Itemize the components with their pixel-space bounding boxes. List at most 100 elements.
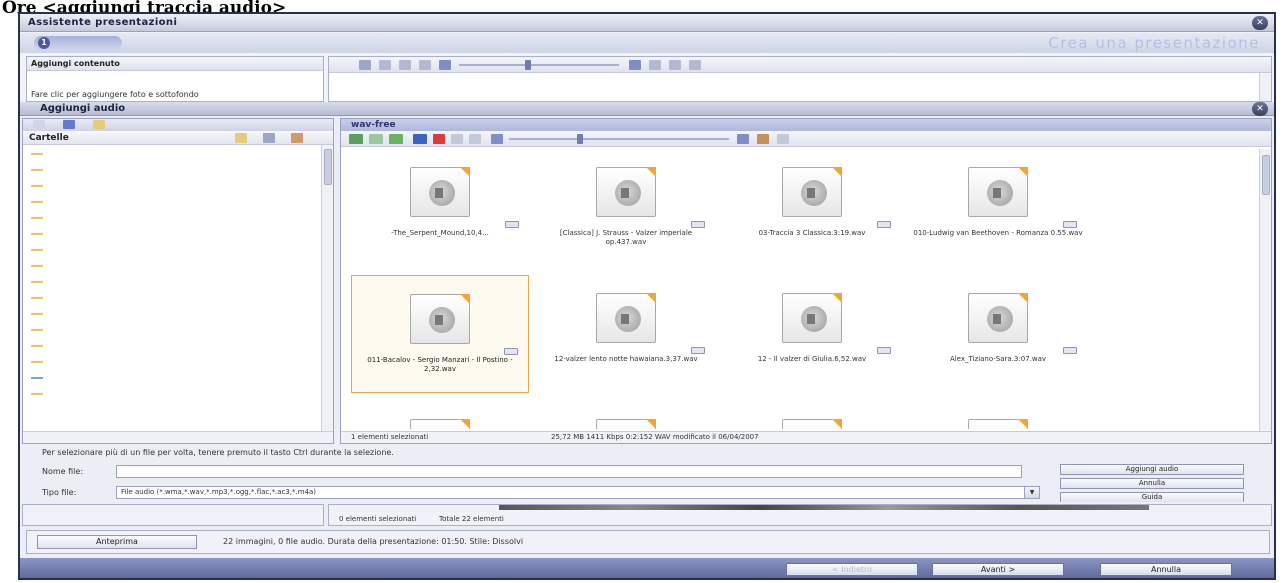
audio-file-icon [410,167,470,217]
file-item-selected[interactable]: 011-Bacalov - Sergio Manzari - Il Postin… [351,275,529,393]
rotate-right-icon[interactable] [419,60,431,70]
play-icon[interactable] [877,347,891,354]
play-icon[interactable] [1063,221,1077,228]
file-item[interactable]: Alex_Tiziano-Sara.3:07.wav [909,275,1087,393]
forward-icon[interactable] [369,134,383,144]
zoom-in-icon[interactable] [629,60,641,70]
wizard-cancel-button[interactable]: Annulla [1100,563,1232,576]
details-icon[interactable] [689,60,701,70]
tab-list-icon[interactable] [33,120,45,129]
play-icon[interactable] [504,348,518,355]
file-item[interactable]: 12-valzer lento notte hawaiana.3,37.wav [537,275,715,393]
play-icon[interactable] [1063,347,1077,354]
back-button[interactable]: < Indietro [786,563,918,576]
file-grid: -The_Serpent_Mound,10,4... [Classica] J.… [341,149,1255,429]
rotate-right-icon[interactable] [469,134,481,144]
back-icon[interactable] [349,134,363,144]
file-item[interactable]: 12 - Il valzer di Giulia.6,52.wav [723,275,901,393]
monitor-icon[interactable] [413,134,427,144]
audio-file-icon [782,167,842,217]
file-zoom-slider-track[interactable] [509,138,729,140]
details-icon[interactable] [777,134,789,144]
add-audio-button[interactable]: Aggiungi audio [1060,464,1244,475]
chevron-down-icon[interactable]: ▼ [1024,486,1040,499]
file-name: Alex_Tiziano-Sara.3:07.wav [949,355,1047,363]
current-folder-path: wav-free [341,119,1271,131]
file-type-select[interactable]: File audio (*.wma,*.wav,*.mp3,*.ogg,*.fl… [116,486,1040,499]
play-icon[interactable] [691,347,705,354]
audio-file-icon [596,293,656,343]
file-item[interactable]: [Classica] J. Strauss - Valzer imperiale… [537,149,715,267]
files-scroll-thumb[interactable] [1262,155,1270,195]
files-scrollbar[interactable] [1259,149,1271,431]
sort-icon[interactable] [757,134,769,144]
file-details: 25,72 MB 1411 Kbps 0:2:152 WAV modificat… [551,433,759,441]
dialog-titlebar: Aggiungi audio ✕ [20,102,1274,116]
file-name: 010-Ludwig van Beethoven - Romanza 0.55.… [913,229,1083,237]
file-item[interactable] [537,401,715,429]
folder-scroll-thumb[interactable] [324,149,332,185]
folder-tree[interactable] [29,149,43,409]
slideshow-wizard-window: Assistente presentazioni ✕ 1 Crea una pr… [18,12,1276,580]
play-icon[interactable] [877,221,891,228]
file-name: -The_Serpent_Mound,10,4... [391,229,489,237]
file-item[interactable]: -The_Serpent_Mound,10,4... [351,149,529,267]
file-item[interactable] [909,401,1087,429]
folder-tree-hscroll[interactable] [23,431,333,443]
folder-tree-scrollbar[interactable] [321,145,333,431]
filmstrip-preview [499,505,1149,510]
grid-view-icon[interactable] [649,60,661,70]
content-panel-hint[interactable]: Fare clic per aggiungere foto e sottofon… [31,90,199,99]
folder-pane-header: Cartelle [23,131,333,145]
zoom-slider-track[interactable] [459,64,619,66]
delete-icon[interactable] [433,134,445,144]
preview-button[interactable]: Anteprima [37,535,197,549]
tab-computer-icon[interactable] [63,120,75,129]
zoom-out-icon[interactable] [439,60,451,70]
folder-pane-tabs [23,119,333,131]
dialog-title: Aggiungi audio [40,103,126,114]
file-zoom-slider-knob[interactable] [577,134,583,144]
file-item[interactable]: 03-Traccia 3 Classica.3:19.wav [723,149,901,267]
audio-file-icon [596,419,656,429]
play-icon[interactable] [691,221,705,228]
wizard-subtitle: Crea una presentazione [1048,34,1260,52]
rotate-left-icon[interactable] [399,60,411,70]
view-icon[interactable] [359,60,371,70]
rotate-left-icon[interactable] [451,134,463,144]
multi-select-hint: Per selezionare più di un file per volta… [42,448,394,457]
play-icon[interactable] [505,221,519,228]
next-button[interactable]: Avanti > [932,563,1064,576]
tipo-file-label: Tipo file: [42,488,77,497]
file-item[interactable] [351,401,529,429]
audio-file-icon [968,167,1028,217]
window-title: Assistente presentazioni [28,17,178,28]
up-icon[interactable] [389,134,403,144]
slides-scrollbar[interactable] [1259,73,1271,101]
file-name: 12-valzer lento notte hawaiana.3,37.wav [554,355,698,363]
content-panel-header: Aggiungi contenuto [27,57,323,71]
dialog-close-icon[interactable]: ✕ [1252,102,1268,116]
slides-thumbnail-area [328,56,1272,102]
content-panel: Aggiungi contenuto Fare clic per aggiung… [26,56,324,102]
slides-selected-count: 0 elementi selezionati [339,515,417,523]
new-folder-icon[interactable] [235,133,247,143]
folder-options-icon[interactable] [291,133,303,143]
tab-folder-icon[interactable] [93,120,105,129]
zoom-out-icon[interactable] [491,134,503,144]
zoom-slider-knob[interactable] [525,60,531,70]
folders-label: Cartelle [29,133,69,143]
file-item[interactable] [723,401,901,429]
files-status-bar: 1 elementi selezionati 25,72 MB 1411 Kbp… [341,431,1271,443]
slides-toolbar [329,57,1271,73]
zoom-in-icon[interactable] [737,134,749,144]
cancel-button[interactable]: Annulla [1060,478,1244,489]
slides-total-count: Totale 22 elementi [439,515,504,523]
remove-icon[interactable] [379,60,391,70]
file-name-input[interactable] [116,465,1022,478]
window-close-icon[interactable]: ✕ [1252,16,1268,30]
file-name: 011-Bacalov - Sergio Manzari - Il Postin… [367,356,513,373]
sort-icon[interactable] [669,60,681,70]
file-item[interactable]: 010-Ludwig van Beethoven - Romanza 0.55.… [909,149,1087,267]
up-folder-icon[interactable] [263,133,275,143]
